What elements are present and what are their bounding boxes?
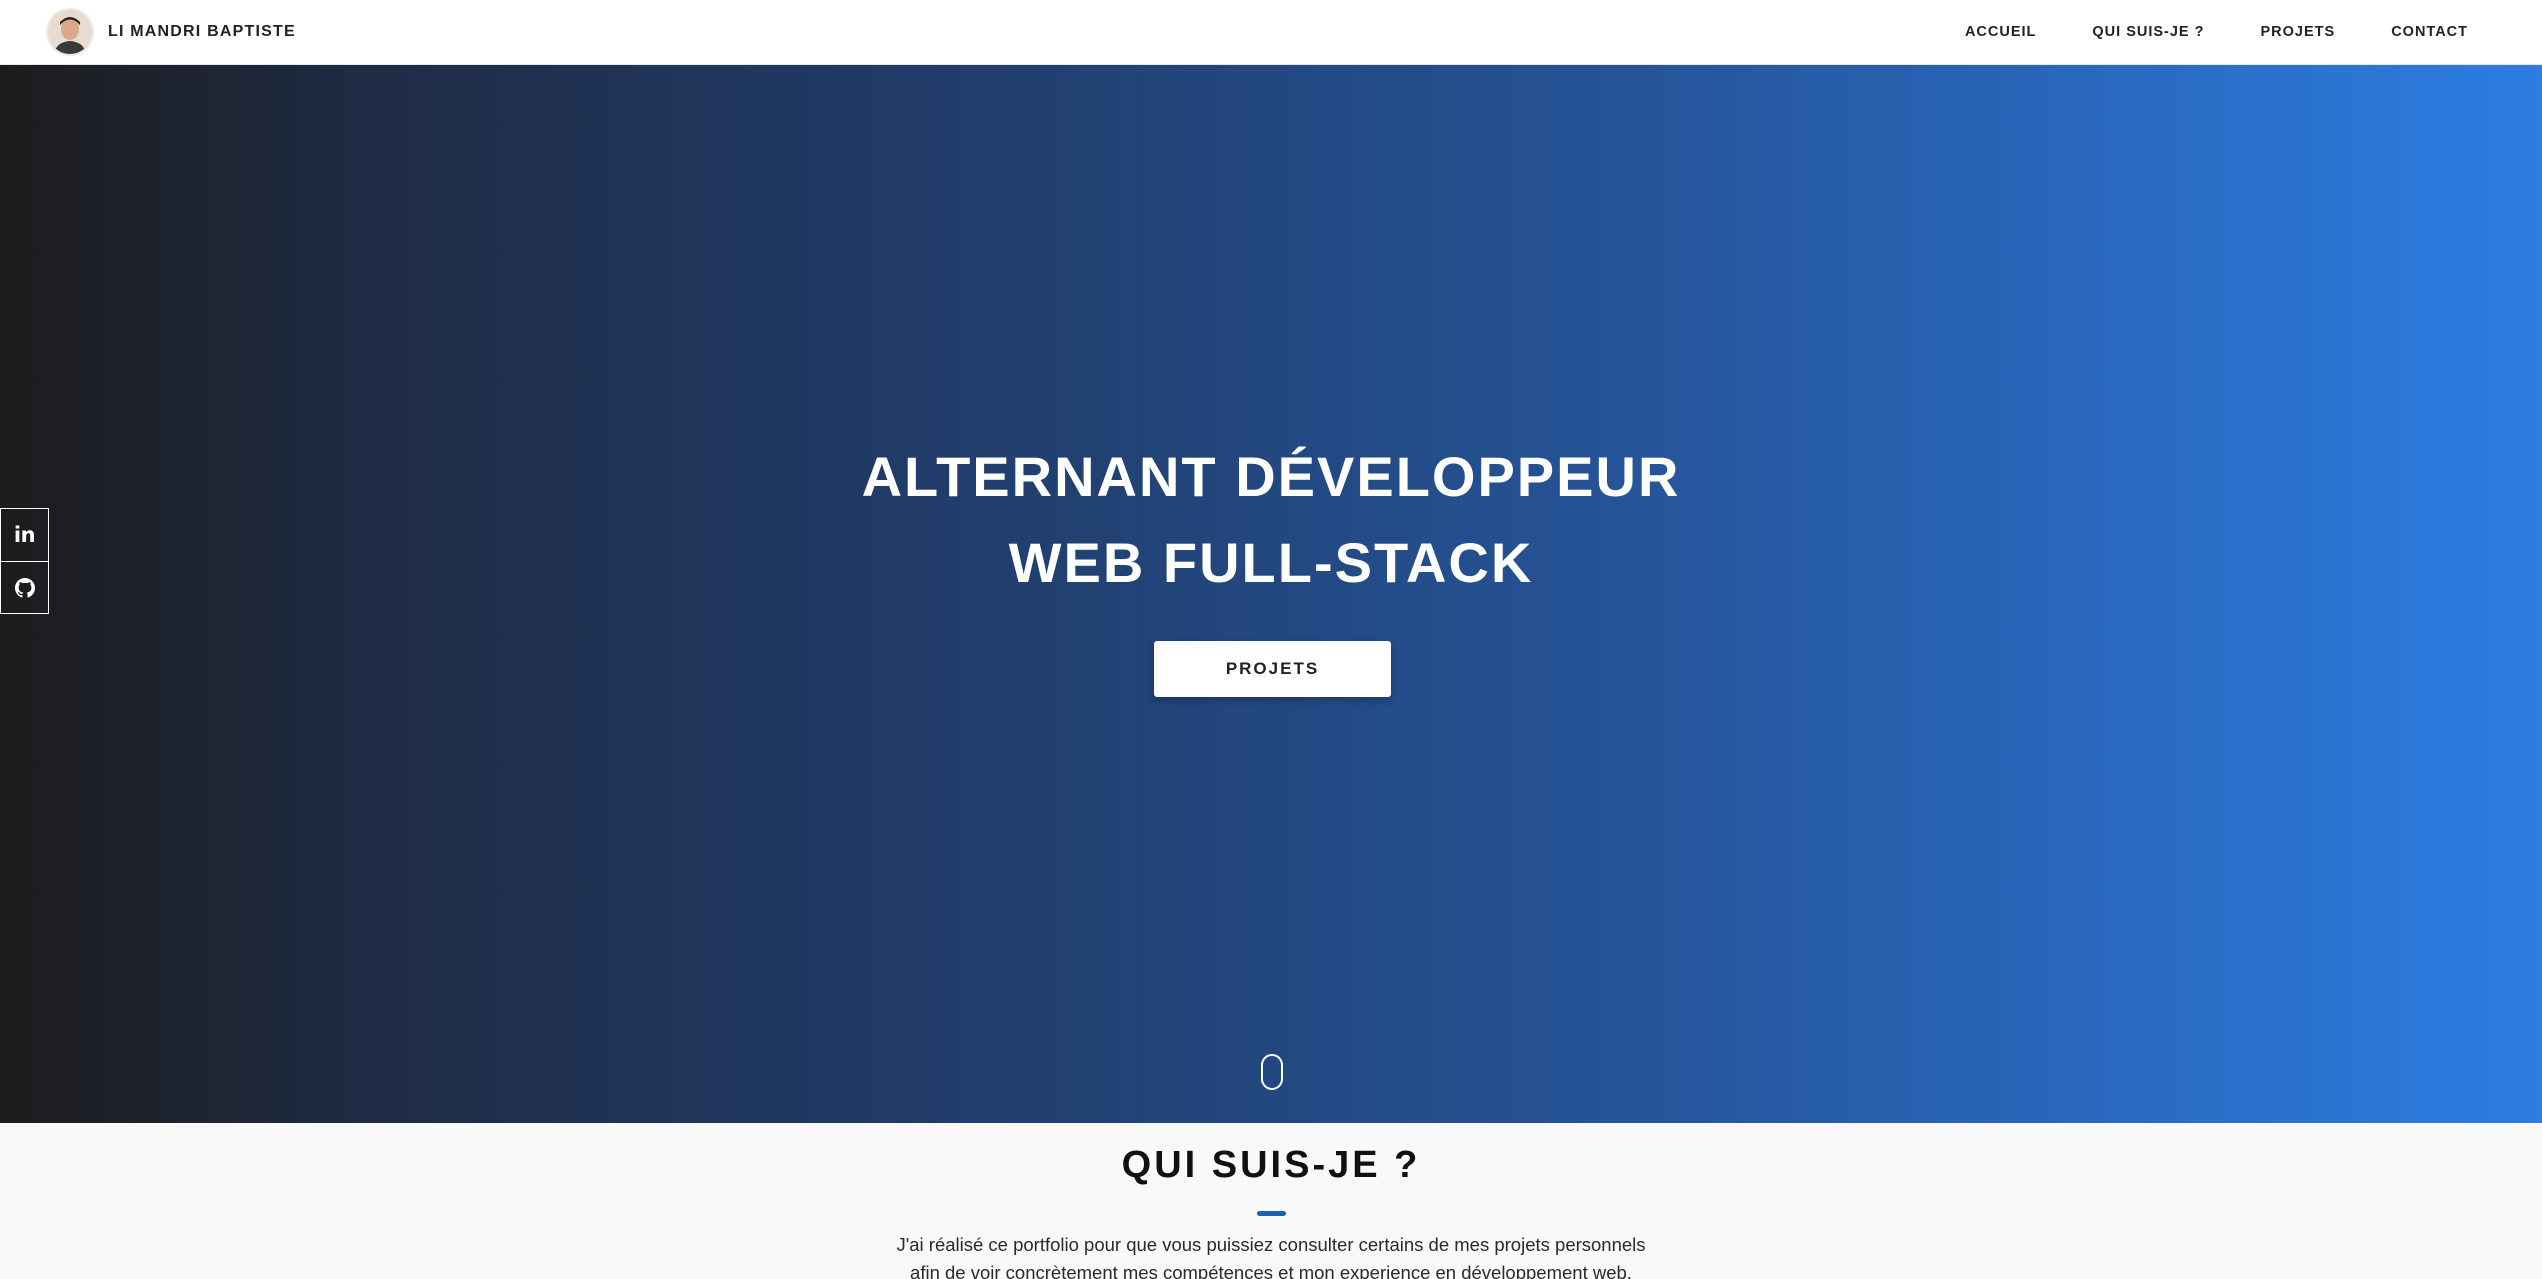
avatar: [46, 8, 94, 56]
scroll-mouse-icon[interactable]: [1261, 1054, 1283, 1090]
nav-accueil[interactable]: ACCUEIL: [1965, 24, 2036, 40]
linkedin-link[interactable]: in: [1, 509, 48, 561]
nav-contact[interactable]: CONTACT: [2391, 24, 2468, 40]
about-section: QUI SUIS-JE ? J'ai réalisé ce portfolio …: [0, 1123, 2542, 1279]
hero-title-line-1: ALTERNANT DÉVELOPPEUR: [861, 445, 1681, 508]
title-underline: [1257, 1211, 1286, 1216]
main-nav: ACCUEIL QUI SUIS-JE ? PROJETS CONTACT: [1909, 0, 2468, 64]
linkedin-icon: in: [13, 523, 36, 547]
brand-name: LI MANDRI BAPTISTE: [108, 23, 296, 40]
brand-link[interactable]: LI MANDRI BAPTISTE: [46, 8, 296, 56]
social-sidebar: in: [0, 508, 49, 614]
github-icon: [14, 577, 35, 598]
projects-button[interactable]: PROJETS: [1154, 641, 1391, 697]
hero-title-line-2: WEB FULL-STACK: [1008, 531, 1534, 594]
nav-qui-suis-je[interactable]: QUI SUIS-JE ?: [2092, 24, 2204, 40]
hero-title: ALTERNANT DÉVELOPPEUR WEB FULL-STACK: [0, 434, 2542, 606]
about-title: QUI SUIS-JE ?: [1121, 1144, 1421, 1186]
github-link[interactable]: [1, 561, 48, 613]
hero-section: ALTERNANT DÉVELOPPEUR WEB FULL-STACK PRO…: [0, 65, 2542, 1123]
site-header: LI MANDRI BAPTISTE ACCUEIL QUI SUIS-JE ?…: [0, 0, 2542, 65]
about-text: J'ai réalisé ce portfolio pour que vous …: [896, 1234, 1646, 1279]
nav-projets[interactable]: PROJETS: [2261, 24, 2336, 40]
